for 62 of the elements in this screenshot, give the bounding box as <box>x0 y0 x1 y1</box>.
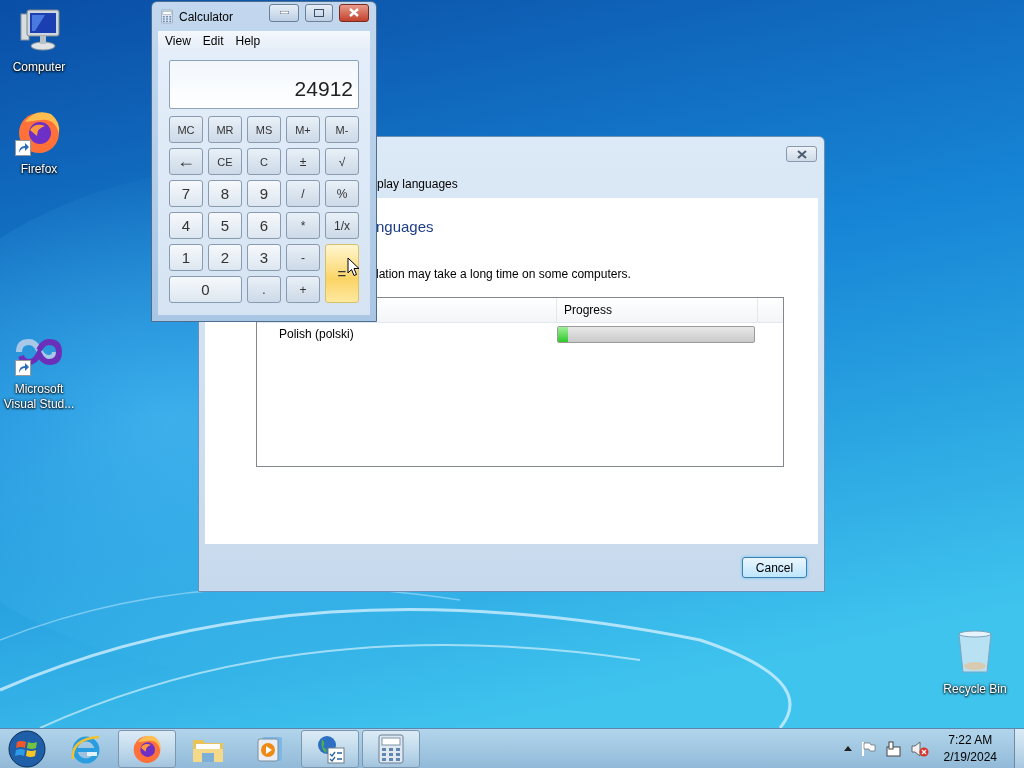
calculator-key[interactable]: / <box>286 180 320 207</box>
minimize-button[interactable] <box>269 3 299 22</box>
calculator-key[interactable]: MC <box>169 116 203 143</box>
calculator-key[interactable]: C <box>247 148 281 175</box>
calculator-key[interactable]: ← <box>169 148 203 175</box>
calculator-key[interactable]: M+ <box>286 116 320 143</box>
desktop-icon-label[interactable]: Computer <box>12 60 66 75</box>
clock-time[interactable]: 7:22 AM <box>948 731 993 749</box>
calculator-key[interactable]: % <box>325 180 359 207</box>
language-name: Polish (polski) <box>278 327 355 341</box>
menu-item[interactable]: View <box>160 34 196 48</box>
calculator-key[interactable]: 2 <box>208 244 242 271</box>
close-icon <box>796 149 807 159</box>
calculator-key[interactable]: 1/x <box>325 212 359 239</box>
calculator-key[interactable]: 7 <box>169 180 203 207</box>
calculator-key[interactable]: 1 <box>169 244 203 271</box>
desktop-icon-label[interactable]: Firefox <box>20 162 58 177</box>
minimize-icon <box>279 11 289 14</box>
calculator-key[interactable]: MS <box>247 116 281 143</box>
show-desktop-button[interactable] <box>1014 729 1024 768</box>
close-icon <box>349 8 359 17</box>
windows-logo-icon <box>8 729 46 768</box>
show-hidden-icon[interactable] <box>843 746 852 751</box>
volume-muted-icon[interactable] <box>910 740 929 757</box>
close-button[interactable] <box>339 3 369 22</box>
calculator-key[interactable]: MR <box>208 116 242 143</box>
network-icon[interactable] <box>885 740 902 757</box>
calculator-key[interactable]: √ <box>325 148 359 175</box>
taskbar-button[interactable] <box>362 729 420 768</box>
calculator-key[interactable]: 3 <box>247 244 281 271</box>
dialog-heading: nguages <box>376 218 435 235</box>
clock-date[interactable]: 2/19/2024 <box>943 748 997 766</box>
calculator-key[interactable]: = <box>325 244 359 303</box>
dialog-message: lation may take a long time on some computers. <box>376 267 632 281</box>
calculator-key[interactable]: ± <box>286 148 320 175</box>
flag-icon[interactable] <box>860 740 877 757</box>
close-button[interactable] <box>786 146 817 162</box>
window-title: Calculator <box>179 9 235 24</box>
mouse-pointer-icon <box>347 257 360 277</box>
maximize-button[interactable] <box>305 3 333 22</box>
maximize-icon <box>314 8 324 17</box>
calculator-key[interactable]: M- <box>325 116 359 143</box>
taskbar-button[interactable] <box>301 729 359 768</box>
calculator-key[interactable]: 5 <box>208 212 242 239</box>
calculator-key[interactable]: * <box>286 212 320 239</box>
calculator-key[interactable]: - <box>286 244 320 271</box>
calculator-icon <box>161 9 173 24</box>
menu-item[interactable]: Help <box>230 34 266 48</box>
cancel-button[interactable]: Cancel <box>742 557 807 578</box>
menu-item[interactable]: Edit <box>197 34 229 48</box>
calculator-icon <box>378 733 404 764</box>
calculator-display: 24912 <box>169 60 359 109</box>
taskbar-button[interactable] <box>118 729 176 768</box>
calculator-key[interactable]: . <box>247 276 281 303</box>
calculator-key[interactable]: CE <box>208 148 242 175</box>
calculator-key[interactable]: 0 <box>169 276 242 303</box>
calculator-key[interactable]: 6 <box>247 212 281 239</box>
calculator-key[interactable]: + <box>286 276 320 303</box>
dialog-title: play languages <box>377 177 458 191</box>
calculator-key[interactable]: 8 <box>208 180 242 207</box>
calculator-key[interactable]: 4 <box>169 212 203 239</box>
calculator-key[interactable]: 9 <box>247 180 281 207</box>
